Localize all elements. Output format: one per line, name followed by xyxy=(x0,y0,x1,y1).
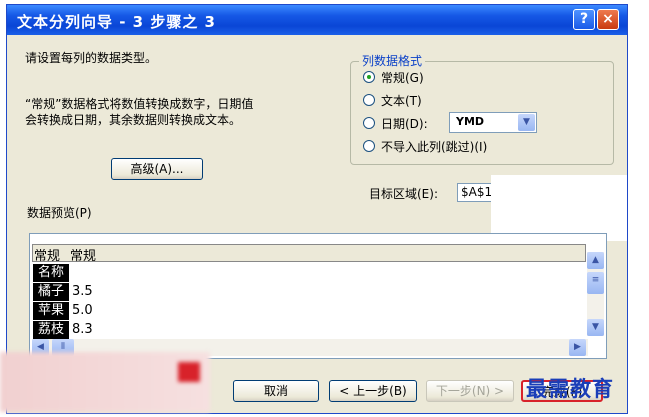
preview-row-label: 橘子 xyxy=(33,283,69,301)
radio-skip-column[interactable] xyxy=(363,140,375,152)
radio-general[interactable] xyxy=(363,71,375,83)
date-format-select[interactable]: YMD ▼ xyxy=(449,112,537,133)
redacted-area xyxy=(0,352,210,412)
scroll-up-icon[interactable]: ▲ xyxy=(587,252,604,269)
description-line-2: 会转换成日期，其余数据则转换成文本。 xyxy=(25,113,242,127)
instruction-text: 请设置每列的数据类型。 xyxy=(25,51,158,65)
preview-row-label: 苹果 xyxy=(33,302,69,320)
preview-row-value: 3.5 xyxy=(72,284,93,299)
close-button[interactable]: × xyxy=(597,9,619,30)
advanced-button[interactable]: 高级(A)... xyxy=(111,158,203,180)
description-line-1: “常规”数据格式将数值转换成数字，日期值 xyxy=(25,97,254,111)
chevron-down-icon[interactable]: ▼ xyxy=(518,114,535,131)
radio-text[interactable] xyxy=(363,94,375,106)
preview-header-col2: 常规 xyxy=(70,249,97,264)
window-title: 文本分列向导 - 3 步骤之 3 xyxy=(17,13,216,31)
preview-vertical-scrollbar[interactable]: ▲ ≡ ▼ xyxy=(587,252,604,336)
scroll-down-icon[interactable]: ▼ xyxy=(587,319,604,336)
destination-value: $A$1 xyxy=(461,185,493,199)
data-preview-pane[interactable]: 常规 常规 名称 橘子 3.5 苹果 5.0 荔枝 8.3 ▲ ≡ ▼ ◀ ⦀ … xyxy=(29,233,607,359)
data-preview-label: 数据预览(P) xyxy=(27,206,92,220)
title-bar[interactable]: 文本分列向导 - 3 步骤之 3 ? × xyxy=(7,5,627,35)
watermark: 最需教育 xyxy=(526,377,614,401)
occlusion-patch xyxy=(491,175,627,241)
next-button[interactable]: 下一步(N) > xyxy=(426,380,514,402)
scroll-right-icon[interactable]: ▶ xyxy=(569,339,586,356)
help-button[interactable]: ? xyxy=(573,9,595,30)
destination-label: 目标区域(E): xyxy=(369,187,438,201)
column-format-title: 列数据格式 xyxy=(359,52,426,69)
preview-row-label: 荔枝 xyxy=(33,321,69,339)
date-format-value: YMD xyxy=(456,115,485,128)
preview-header xyxy=(32,244,586,262)
cancel-button[interactable]: 取消 xyxy=(233,380,319,402)
preview-row-value: 5.0 xyxy=(72,303,93,318)
preview-header-col1: 常规 xyxy=(34,249,61,264)
radio-date[interactable] xyxy=(363,117,375,129)
radio-skip-column-label: 不导入此列(跳过)(I) xyxy=(381,140,488,154)
radio-text-label: 文本(T) xyxy=(381,94,422,108)
scroll-thumb[interactable]: ≡ xyxy=(587,272,604,294)
radio-date-label: 日期(D): xyxy=(381,117,428,131)
back-button[interactable]: < 上一步(B) xyxy=(329,380,417,402)
preview-row-value: 8.3 xyxy=(72,322,93,337)
preview-row-label: 名称 xyxy=(33,264,69,282)
radio-general-label: 常规(G) xyxy=(381,71,424,85)
